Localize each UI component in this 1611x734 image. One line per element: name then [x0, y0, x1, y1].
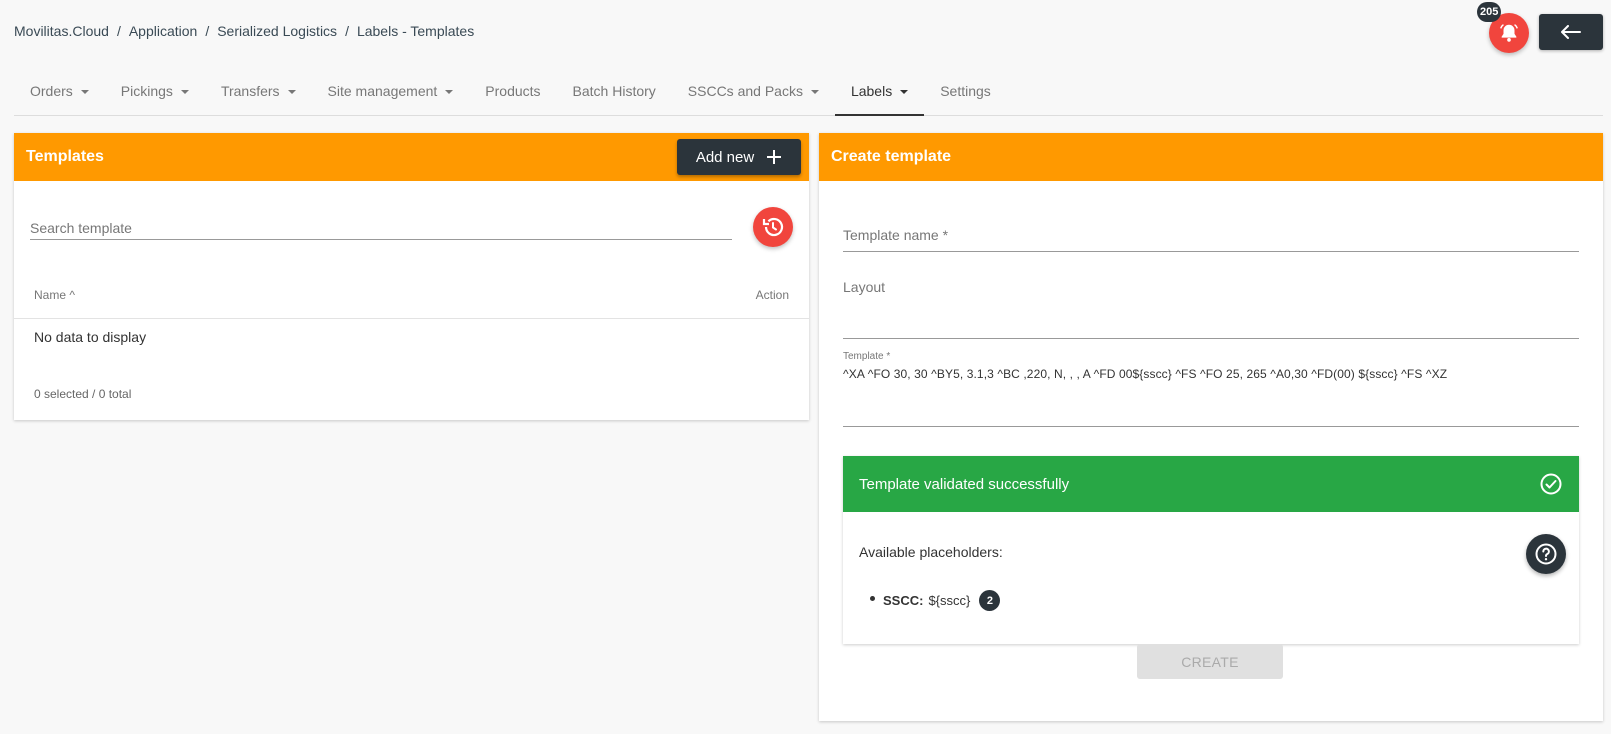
validation-message: Template validated successfully: [859, 475, 1070, 493]
tab-labels[interactable]: Labels: [834, 74, 925, 116]
search-template-input[interactable]: [30, 216, 732, 240]
breadcrumb-item-serialized-logistics[interactable]: Serialized Logistics: [217, 23, 337, 39]
breadcrumb-item-home[interactable]: Movilitas.Cloud: [14, 23, 109, 39]
create-template-panel: Create template Template name * Layout T…: [819, 133, 1603, 721]
templates-panel-title: Templates: [26, 148, 104, 165]
caret-down-icon: [445, 90, 454, 94]
add-new-button[interactable]: Add new: [677, 139, 801, 175]
caret-down-icon: [900, 90, 909, 94]
breadcrumb-item-application[interactable]: Application: [129, 23, 198, 39]
tab-orders[interactable]: Orders: [14, 74, 105, 116]
tab-ssccs-and-packs[interactable]: SSCCs and Packs: [672, 74, 835, 116]
caret-down-icon: [80, 90, 89, 94]
empty-table-message: No data to display: [34, 329, 147, 345]
placeholder-item: SSCC: ${sscc} 2: [870, 590, 1001, 611]
tab-label: Transfers: [220, 83, 280, 99]
template-name-label: Template name *: [843, 227, 949, 243]
back-button[interactable]: [1539, 14, 1603, 50]
plus-icon: [767, 150, 782, 164]
breadcrumb-item-current: Labels - Templates: [356, 23, 475, 39]
check-circle-icon: [1540, 473, 1562, 495]
template-label: Template *: [843, 351, 891, 362]
validation-panel: Template validated successfully Availabl…: [843, 456, 1579, 644]
caret-down-icon: [180, 90, 189, 94]
tab-label: Orders: [30, 83, 73, 99]
arrow-left-icon: [1561, 25, 1581, 39]
tab-label: SSCCs and Packs: [687, 83, 803, 99]
template-value: ^XA ^FO 30, 30 ^BY5, 3.1,3 ^BC ,220, N, …: [843, 367, 1448, 381]
caret-down-icon: [287, 90, 296, 94]
breadcrumb-separator: /: [116, 23, 121, 39]
tab-transfers[interactable]: Transfers: [205, 74, 312, 116]
create-template-title: Create template: [831, 148, 952, 165]
tab-pickings[interactable]: Pickings: [105, 74, 205, 116]
tab-label: Batch History: [572, 83, 656, 99]
column-header-name[interactable]: Name ^: [34, 288, 75, 302]
layout-label: Layout: [843, 279, 886, 295]
tab-settings[interactable]: Settings: [924, 74, 1007, 116]
placeholder-value: ${sscc}: [928, 593, 971, 608]
validation-success-bar: Template validated successfully: [843, 456, 1579, 512]
template-textarea[interactable]: Template * ^XA ^FO 30, 30 ^BY5, 3.1,3 ^B…: [843, 351, 1579, 427]
caret-down-icon: [810, 90, 819, 94]
tab-label: Site management: [327, 83, 438, 99]
history-button[interactable]: [753, 207, 793, 247]
help-button[interactable]: [1526, 534, 1566, 574]
bell-icon: [1500, 24, 1518, 42]
selection-summary: 0 selected / 0 total: [34, 387, 132, 401]
create-template-header: Create template: [819, 133, 1603, 181]
table-divider: [14, 318, 809, 319]
create-button[interactable]: CREATE: [1137, 644, 1283, 679]
question-circle-icon: [1535, 543, 1557, 565]
tab-site-management[interactable]: Site management: [312, 74, 470, 116]
placeholder-key: SSCC:: [883, 593, 924, 608]
tab-label: Settings: [940, 83, 991, 99]
tab-label: Labels: [850, 83, 893, 99]
template-name-field[interactable]: Template name *: [843, 222, 1579, 252]
layout-field[interactable]: Layout: [843, 279, 1579, 339]
breadcrumb: Movilitas.Cloud / Application / Serializ…: [14, 23, 474, 39]
tab-batch-history[interactable]: Batch History: [557, 74, 672, 116]
placeholders-title: Available placeholders:: [859, 544, 1003, 560]
tab-label: Pickings: [120, 83, 173, 99]
notifications: 205: [1477, 2, 1529, 53]
column-header-action: Action: [755, 288, 789, 302]
add-new-label: Add new: [695, 148, 755, 166]
notification-count-badge: 205: [1477, 2, 1502, 22]
breadcrumb-separator: /: [205, 23, 210, 39]
bullet: [870, 596, 875, 601]
nav-tabs: Orders Pickings Transfers Site managemen…: [14, 74, 1603, 116]
placeholder-count-badge: 2: [979, 590, 1001, 611]
breadcrumb-separator: /: [345, 23, 349, 39]
history-icon: [762, 217, 784, 237]
tab-label: Products: [485, 83, 541, 99]
templates-panel: Templates Add new Name ^ Action No data …: [14, 133, 809, 420]
tab-products[interactable]: Products: [469, 74, 556, 116]
templates-panel-header: Templates Add new: [14, 133, 809, 181]
